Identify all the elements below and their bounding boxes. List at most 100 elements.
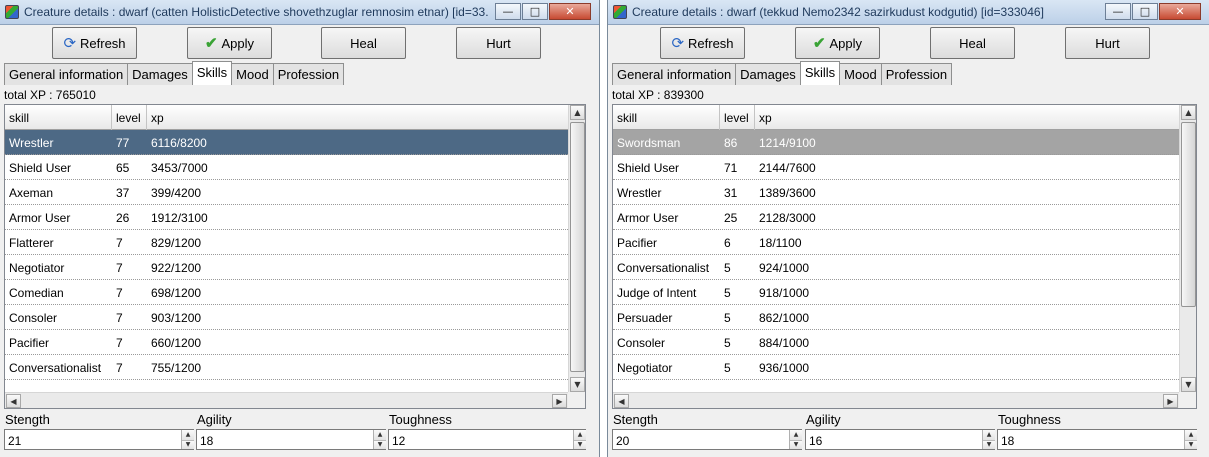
- horizontal-scrollbar[interactable]: ◀ ▶: [613, 392, 1179, 408]
- apply-button[interactable]: ✔ Apply: [795, 27, 880, 59]
- toughness-spinbox[interactable]: ▲ ▼: [388, 429, 586, 450]
- column-header-xp[interactable]: xp: [755, 105, 1179, 130]
- table-row[interactable]: Pacifier 6 18/1100: [613, 230, 1179, 255]
- column-header-level[interactable]: level: [720, 105, 755, 130]
- scroll-left-icon[interactable]: ◀: [6, 394, 21, 408]
- table-row[interactable]: Judge of Intent 5 918/1000: [613, 280, 1179, 305]
- tab-skills[interactable]: Skills: [191, 61, 233, 85]
- scroll-down-icon[interactable]: ▼: [1181, 377, 1196, 392]
- table-row[interactable]: Shield User 71 2144/7600: [613, 155, 1179, 180]
- toughness-stepper[interactable]: ▲ ▼: [1184, 430, 1197, 449]
- table-row[interactable]: Pacifier 7 660/1200: [5, 330, 568, 355]
- spin-down-icon[interactable]: ▼: [983, 439, 995, 449]
- apply-button[interactable]: ✔ Apply: [187, 27, 272, 59]
- scroll-thumb[interactable]: [570, 122, 585, 372]
- vertical-scrollbar[interactable]: ▲ ▼: [1179, 105, 1196, 392]
- spin-up-icon[interactable]: ▲: [983, 430, 995, 440]
- table-row[interactable]: Wrestler 31 1389/3600: [613, 180, 1179, 205]
- spin-down-icon[interactable]: ▼: [1185, 439, 1197, 449]
- toughness-spinbox[interactable]: ▲ ▼: [997, 429, 1197, 450]
- hurt-button[interactable]: Hurt: [456, 27, 541, 59]
- agility-stepper[interactable]: ▲ ▼: [373, 430, 386, 449]
- spin-down-icon[interactable]: ▼: [182, 439, 194, 449]
- table-row[interactable]: Flatterer 7 829/1200: [5, 230, 568, 255]
- strength-input[interactable]: [5, 430, 193, 449]
- strength-input[interactable]: [613, 430, 801, 449]
- heal-button[interactable]: Heal: [930, 27, 1015, 59]
- table-row[interactable]: Persuader 5 862/1000: [613, 305, 1179, 330]
- toughness-stepper[interactable]: ▲ ▼: [573, 430, 586, 449]
- spin-down-icon[interactable]: ▼: [790, 439, 802, 449]
- strength-spinbox[interactable]: ▲ ▼: [4, 429, 194, 450]
- agility-stepper[interactable]: ▲ ▼: [982, 430, 995, 449]
- table-row[interactable]: Wrestler 77 6116/8200: [5, 130, 568, 155]
- column-header-skill[interactable]: skill: [5, 105, 112, 130]
- table-row[interactable]: Negotiator 7 922/1200: [5, 255, 568, 280]
- close-button[interactable]: ✕: [1159, 3, 1201, 20]
- table-row[interactable]: Negotiator 5 936/1000: [613, 355, 1179, 380]
- strength-stepper[interactable]: ▲ ▼: [181, 430, 194, 449]
- xp-cell: 399/4200: [151, 186, 202, 200]
- tab-profession[interactable]: Profession: [880, 63, 953, 85]
- strength-spinbox[interactable]: ▲ ▼: [612, 429, 802, 450]
- table-row[interactable]: Consoler 7 903/1200: [5, 305, 568, 330]
- scroll-up-icon[interactable]: ▲: [570, 105, 585, 120]
- title-bar[interactable]: Creature details : dwarf (catten Holisti…: [0, 0, 599, 25]
- vertical-scrollbar[interactable]: ▲ ▼: [568, 105, 585, 392]
- table-row[interactable]: Shield User 65 3453/7000: [5, 155, 568, 180]
- tab-skills[interactable]: Skills: [799, 61, 841, 85]
- tab-damages[interactable]: Damages: [127, 63, 193, 85]
- hurt-button[interactable]: Hurt: [1065, 27, 1150, 59]
- level-cell: 6: [724, 236, 731, 250]
- refresh-button[interactable]: ⟳ Refresh: [660, 27, 745, 59]
- spin-down-icon[interactable]: ▼: [574, 439, 586, 449]
- table-row[interactable]: Conversationalist 5 924/1000: [613, 255, 1179, 280]
- toughness-input[interactable]: [998, 430, 1196, 449]
- table-row[interactable]: Armor User 25 2128/3000: [613, 205, 1179, 230]
- tab-profession[interactable]: Profession: [272, 63, 345, 85]
- table-header: skill level xp: [5, 105, 568, 130]
- refresh-button[interactable]: ⟳ Refresh: [52, 27, 137, 59]
- toughness-input[interactable]: [389, 430, 585, 449]
- title-bar[interactable]: Creature details : dwarf (tekkud Nemo234…: [608, 0, 1209, 25]
- strength-stepper[interactable]: ▲ ▼: [789, 430, 802, 449]
- table-row[interactable]: Consoler 5 884/1000: [613, 330, 1179, 355]
- spin-up-icon[interactable]: ▲: [790, 430, 802, 440]
- spin-up-icon[interactable]: ▲: [574, 430, 586, 440]
- column-header-xp[interactable]: xp: [147, 105, 568, 130]
- level-cell: 7: [116, 236, 123, 250]
- scroll-up-icon[interactable]: ▲: [1181, 105, 1196, 120]
- horizontal-scrollbar[interactable]: ◀ ▶: [5, 392, 568, 408]
- column-header-skill[interactable]: skill: [613, 105, 720, 130]
- scroll-left-icon[interactable]: ◀: [614, 394, 629, 408]
- table-row[interactable]: Comedian 7 698/1200: [5, 280, 568, 305]
- tab-mood[interactable]: Mood: [839, 63, 882, 85]
- table-row[interactable]: Axeman 37 399/4200: [5, 180, 568, 205]
- minimize-button[interactable]: —: [495, 3, 521, 20]
- agility-input[interactable]: [197, 430, 385, 449]
- agility-input[interactable]: [806, 430, 994, 449]
- scroll-thumb[interactable]: [1181, 122, 1196, 307]
- agility-spinbox[interactable]: ▲ ▼: [196, 429, 386, 450]
- maximize-button[interactable]: □: [1132, 3, 1158, 20]
- spin-up-icon[interactable]: ▲: [374, 430, 386, 440]
- spin-down-icon[interactable]: ▼: [374, 439, 386, 449]
- tab-general-information[interactable]: General information: [4, 63, 129, 85]
- minimize-button[interactable]: —: [1105, 3, 1131, 20]
- table-row[interactable]: Conversationalist 7 755/1200: [5, 355, 568, 380]
- table-row[interactable]: Swordsman 86 1214/9100: [613, 130, 1179, 155]
- tab-damages[interactable]: Damages: [735, 63, 801, 85]
- spin-up-icon[interactable]: ▲: [1185, 430, 1197, 440]
- column-header-level[interactable]: level: [112, 105, 147, 130]
- scroll-right-icon[interactable]: ▶: [1163, 394, 1178, 408]
- tab-mood[interactable]: Mood: [231, 63, 274, 85]
- table-row[interactable]: Armor User 26 1912/3100: [5, 205, 568, 230]
- close-button[interactable]: ✕: [549, 3, 591, 20]
- spin-up-icon[interactable]: ▲: [182, 430, 194, 440]
- maximize-button[interactable]: □: [522, 3, 548, 20]
- agility-spinbox[interactable]: ▲ ▼: [805, 429, 995, 450]
- scroll-right-icon[interactable]: ▶: [552, 394, 567, 408]
- tab-general-information[interactable]: General information: [612, 63, 737, 85]
- heal-button[interactable]: Heal: [321, 27, 406, 59]
- scroll-down-icon[interactable]: ▼: [570, 377, 585, 392]
